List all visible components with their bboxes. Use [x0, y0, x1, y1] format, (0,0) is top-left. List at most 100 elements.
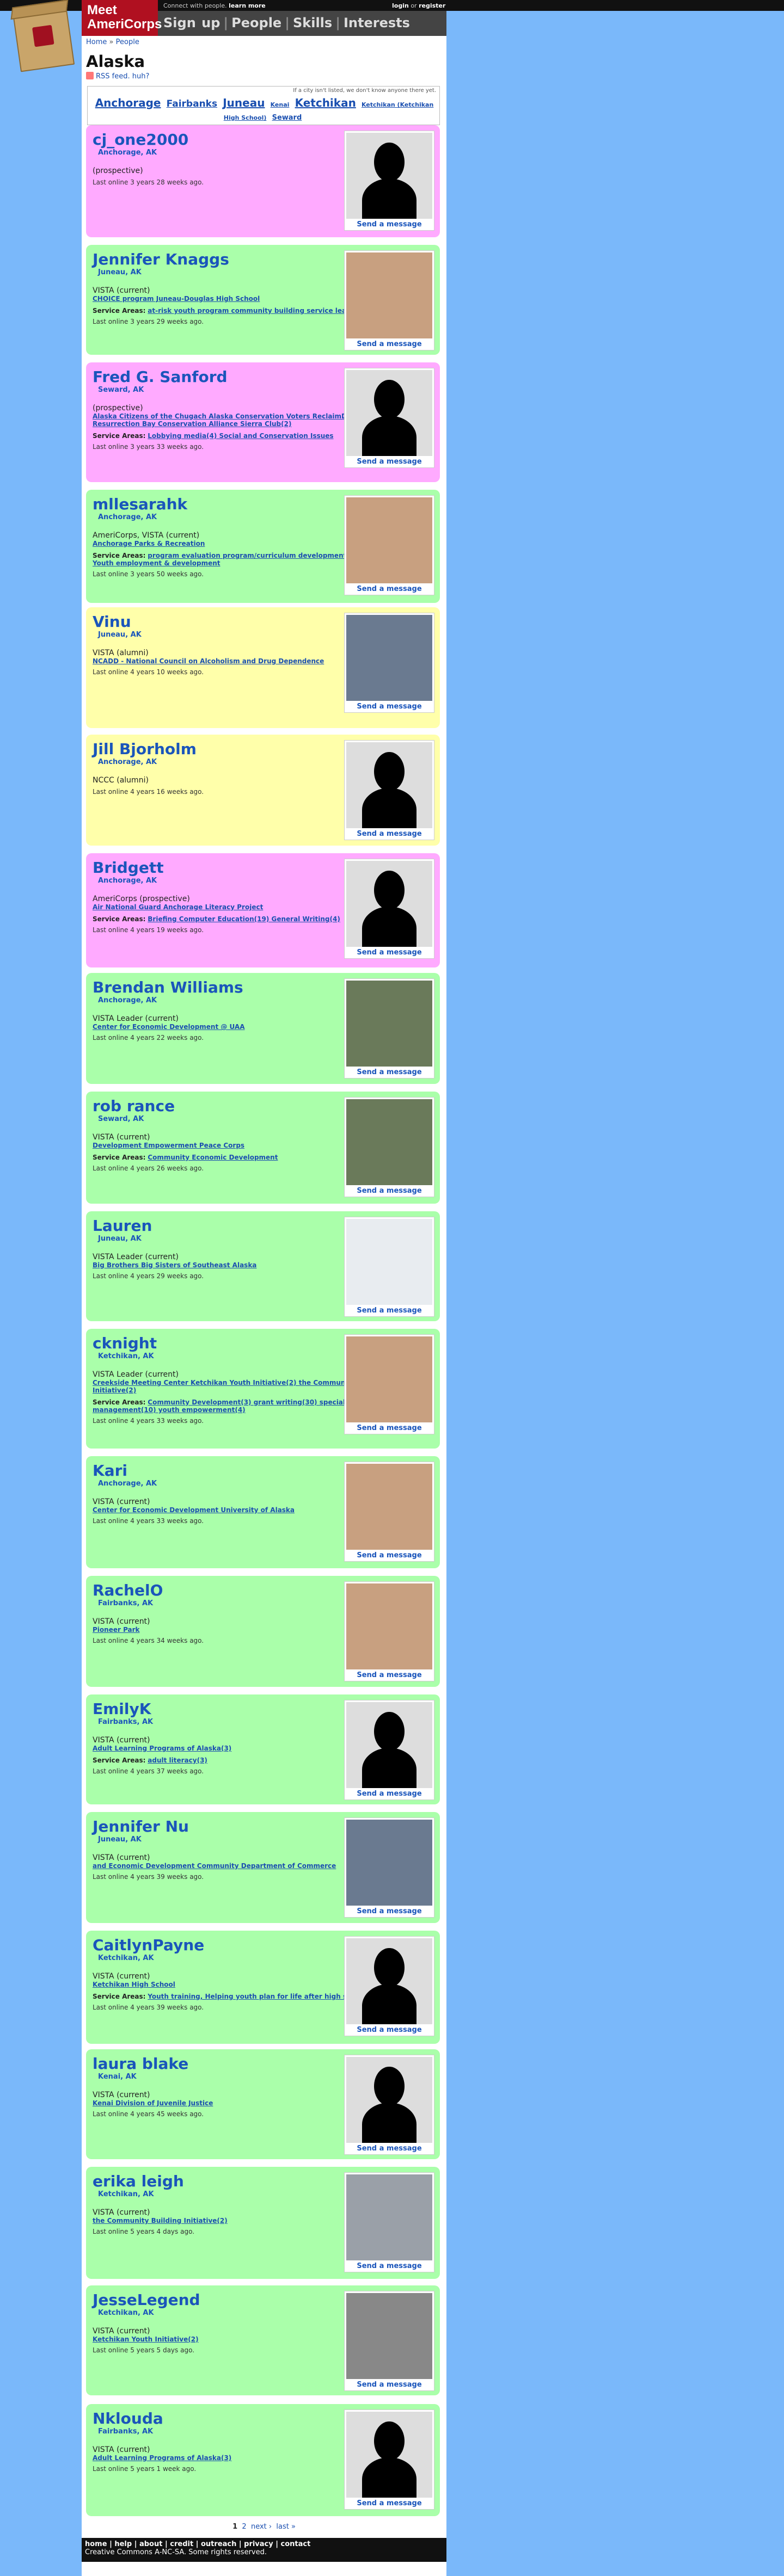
member-card: Jennifer Nu Juneau, AK VISTA (current) a… — [86, 1812, 440, 1923]
send-message-link[interactable]: Send a message — [345, 585, 434, 593]
woman-photo[interactable] — [346, 252, 432, 338]
member-card: Jennifer Knaggs Juneau, AK VISTA (curren… — [86, 245, 440, 355]
learn-more-link[interactable]: learn more — [229, 2, 266, 9]
rss-icon[interactable] — [86, 72, 94, 79]
member-card: EmilyK Fairbanks, AK VISTA (current) Adu… — [86, 1694, 440, 1804]
silhouette[interactable] — [346, 742, 432, 828]
footer: home | help | about | credit | outreach … — [82, 2538, 446, 2562]
rss-row: RSS feed. huh? — [86, 72, 149, 81]
send-message-link[interactable]: Send a message — [345, 948, 434, 957]
nav-people[interactable]: People — [231, 15, 281, 30]
man-photo[interactable] — [346, 981, 432, 1067]
send-message-link[interactable]: Send a message — [345, 1424, 434, 1432]
send-message-link[interactable]: Send a message — [345, 220, 434, 229]
city-list: If a city isn't listed, we don't know an… — [87, 86, 440, 125]
service-area-links[interactable]: Community Economic Development — [148, 1154, 278, 1161]
silhouette[interactable] — [346, 861, 432, 947]
send-message-link[interactable]: Send a message — [345, 1671, 434, 1679]
member-card: cknight Ketchikan, AK VISTA Leader (curr… — [86, 1329, 440, 1449]
silhouette[interactable] — [346, 370, 432, 456]
city-anchorage[interactable]: Anchorage — [95, 96, 161, 109]
silhouette[interactable] — [346, 1938, 432, 2024]
city-seward[interactable]: Seward — [272, 114, 302, 122]
member-card: Nklouda Fairbanks, AK VISTA (current) Ad… — [86, 2404, 440, 2516]
woman-photo[interactable] — [346, 497, 432, 583]
landscape-photo[interactable] — [346, 1820, 432, 1906]
member-photo-box: Send a message — [344, 2055, 434, 2155]
send-message-link[interactable]: Send a message — [345, 2144, 434, 2153]
footer-license: Creative Commons A-NC-SA. Some rights re… — [85, 2548, 267, 2556]
man-photo[interactable] — [346, 1099, 432, 1185]
member-card: Jill Bjorholm Anchorage, AK NCCC (alumni… — [86, 735, 440, 846]
member-photo-box: Send a message — [344, 250, 434, 350]
send-message-link[interactable]: Send a message — [345, 1187, 434, 1195]
member-card: CaitlynPayne Ketchikan, AK VISTA (curren… — [86, 1931, 440, 2044]
silhouette-icon — [362, 871, 416, 947]
member-photo-box: Send a message — [344, 1217, 434, 1317]
service-area-links[interactable]: Youth training, Helping youth plan for l… — [148, 1993, 366, 2000]
member-photo-box: Send a message — [344, 1097, 434, 1197]
send-message-link[interactable]: Send a message — [345, 830, 434, 838]
auth-links: login or register — [392, 2, 446, 9]
city-juneau[interactable]: Juneau — [223, 96, 265, 109]
send-message-link[interactable]: Send a message — [345, 1790, 434, 1798]
send-message-link[interactable]: Send a message — [345, 1907, 434, 1915]
silhouette-icon — [362, 2421, 416, 2498]
send-message-link[interactable]: Send a message — [345, 1551, 434, 1560]
site-logo[interactable]: Meet AmeriCorps — [82, 0, 162, 36]
member-photo-box: Send a message — [344, 1700, 434, 1800]
member-photo-box: Send a message — [344, 1817, 434, 1918]
breadcrumb-home[interactable]: Home — [86, 38, 107, 46]
city-ketchikan[interactable]: Ketchikan — [295, 96, 356, 109]
send-message-link[interactable]: Send a message — [345, 340, 434, 348]
landscape-photo[interactable] — [346, 615, 432, 701]
register-link[interactable]: register — [419, 2, 445, 9]
nav-interests[interactable]: Interests — [344, 15, 410, 30]
footer-links[interactable]: home | help | about | credit | outreach … — [85, 2540, 443, 2548]
member-card: erika leigh Ketchikan, AK VISTA (current… — [86, 2167, 440, 2279]
member-photo-box: Send a message — [344, 131, 434, 231]
last-page[interactable]: last » — [276, 2523, 296, 2531]
next-page[interactable]: next › — [251, 2523, 272, 2531]
silhouette[interactable] — [346, 1702, 432, 1788]
woman-photo[interactable] — [346, 1336, 432, 1422]
send-message-link[interactable]: Send a message — [345, 2381, 434, 2389]
service-area-links[interactable]: Briefing Computer Education(19) General … — [148, 915, 340, 923]
huh-link[interactable]: huh? — [132, 72, 150, 81]
login-link[interactable]: login — [392, 2, 409, 9]
service-area-links[interactable]: Lobbying media(4) Social and Conservatio… — [148, 432, 333, 440]
silhouette[interactable] — [346, 2057, 432, 2143]
send-message-link[interactable]: Send a message — [345, 702, 434, 711]
member-photo-box: Send a message — [344, 2291, 434, 2391]
member-card: Kari Anchorage, AK VISTA (current) Cente… — [86, 1456, 440, 1568]
silhouette[interactable] — [346, 2412, 432, 2498]
nav-signup[interactable]: Sign up — [163, 15, 220, 30]
send-message-link[interactable]: Send a message — [345, 2262, 434, 2270]
send-message-link[interactable]: Send a message — [345, 1307, 434, 1315]
member-card: cj_one2000 Anchorage, AK (prospective) L… — [86, 125, 440, 237]
nav-skills[interactable]: Skills — [293, 15, 332, 30]
woman-photo[interactable] — [346, 1583, 432, 1669]
member-photo-box: Send a message — [344, 368, 434, 468]
silhouette[interactable] — [346, 133, 432, 219]
beach-photo[interactable] — [346, 2174, 432, 2260]
send-message-link[interactable]: Send a message — [345, 458, 434, 466]
silhouette-icon — [362, 1948, 416, 2024]
service-area-links[interactable]: adult literacy(3) — [148, 1757, 207, 1764]
woman-photo[interactable] — [346, 1464, 432, 1550]
portrait-photo[interactable] — [346, 2293, 432, 2379]
send-message-link[interactable]: Send a message — [345, 2026, 434, 2034]
member-photo-box: Send a message — [344, 1334, 434, 1434]
member-photo-box: Send a message — [344, 495, 434, 595]
send-message-link[interactable]: Send a message — [345, 2499, 434, 2507]
paper-bag-icon — [12, 5, 75, 72]
page-2[interactable]: 2 — [242, 2523, 246, 2531]
city-kenai[interactable]: Kenai — [271, 101, 290, 108]
rss-link[interactable]: RSS feed. — [96, 72, 130, 81]
member-photo-box: Send a message — [344, 740, 434, 840]
city-fairbanks[interactable]: Fairbanks — [167, 98, 217, 109]
send-message-link[interactable]: Send a message — [345, 1068, 434, 1076]
snow-photo[interactable] — [346, 1219, 432, 1305]
breadcrumb-people[interactable]: People — [116, 38, 139, 46]
member-card: Fred G. Sanford Seward, AK (prospective)… — [86, 362, 440, 482]
